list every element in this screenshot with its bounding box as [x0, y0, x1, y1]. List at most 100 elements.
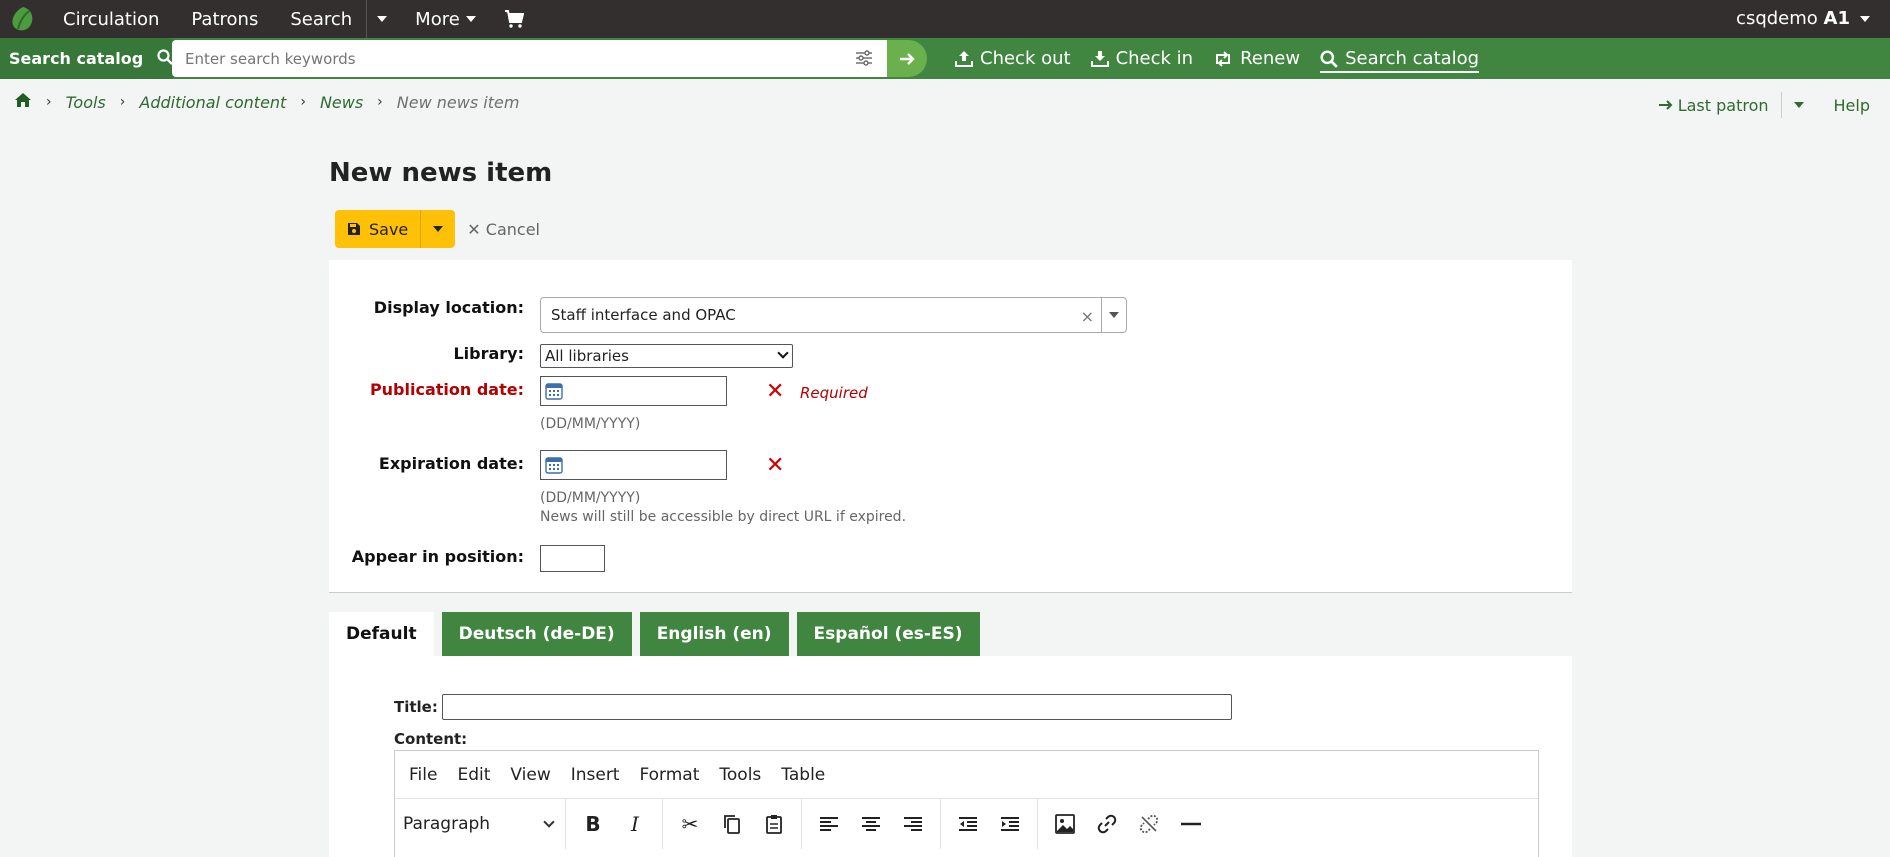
tab-english[interactable]: English (en) — [639, 612, 789, 656]
breadcrumb-additional-content[interactable]: Additional content — [139, 93, 286, 112]
nav-search[interactable]: Search — [290, 9, 352, 30]
block-format-select[interactable]: Paragraph — [395, 814, 565, 834]
save-dropdown-button[interactable] — [421, 210, 456, 248]
menu-table[interactable]: Table — [781, 765, 825, 785]
search-type-toggle[interactable]: Search catalog — [0, 38, 188, 79]
nav-circulation[interactable]: Circulation — [63, 9, 159, 30]
breadcrumb-tools[interactable]: Tools — [66, 93, 106, 112]
chevron-right-icon: › — [119, 94, 126, 110]
title-input[interactable] — [441, 694, 1232, 720]
caret-down-icon — [1860, 16, 1870, 22]
horizontal-rule-button[interactable] — [1170, 805, 1212, 843]
content-label: Content: — [394, 730, 468, 748]
last-patron-link[interactable]: Last patron — [1658, 96, 1769, 115]
tab-deutsch-label: Deutsch (de-DE) — [458, 624, 615, 644]
nav-more[interactable]: More — [415, 9, 476, 30]
caret-down-icon — [433, 226, 444, 232]
publication-date-input[interactable] — [540, 376, 727, 406]
chevron-right-icon: › — [46, 94, 52, 110]
clear-selection-icon[interactable]: × — [1081, 307, 1094, 326]
expiration-date-input[interactable] — [540, 450, 727, 480]
search-submit-button[interactable] — [887, 40, 927, 77]
arrow-right-icon — [900, 52, 915, 65]
paste-button[interactable] — [753, 805, 795, 843]
publication-date-format-hint: (DD/MM/YYYY) — [540, 416, 641, 432]
checkout-button[interactable]: Check out — [955, 48, 1071, 69]
align-center-button[interactable] — [850, 805, 892, 843]
search-catalog-button[interactable]: Search catalog — [1320, 48, 1480, 73]
unlink-button[interactable] — [1128, 805, 1170, 843]
publication-date-label: Publication date: — [369, 380, 524, 399]
caret-down-icon — [465, 16, 476, 22]
renew-label: Renew — [1240, 48, 1301, 69]
help-link[interactable]: Help — [1834, 96, 1870, 115]
user-menu[interactable]: csqdemo A1 — [1736, 8, 1850, 29]
menu-format[interactable]: Format — [639, 765, 699, 785]
display-location-value: Staff interface and OPAC — [551, 306, 736, 324]
sliders-icon[interactable] — [855, 49, 873, 72]
align-right-button[interactable] — [892, 805, 934, 843]
menu-tools[interactable]: Tools — [719, 765, 761, 785]
search-catalog-label: Search catalog — [1345, 48, 1480, 69]
save-button[interactable]: Save — [335, 210, 422, 248]
search-input[interactable] — [172, 49, 832, 68]
home-icon[interactable] — [14, 92, 32, 112]
cut-button[interactable]: ✂ — [669, 805, 711, 843]
cart-icon[interactable] — [504, 10, 524, 28]
calendar-icon[interactable] — [545, 456, 563, 479]
expiration-date-format-hint: (DD/MM/YYYY) — [540, 490, 641, 506]
block-format-group: Paragraph — [395, 799, 566, 849]
position-input[interactable] — [540, 545, 605, 572]
divider — [1101, 298, 1102, 332]
align-left-button[interactable] — [808, 805, 850, 843]
tab-english-label: English (en) — [656, 624, 772, 644]
renew-button[interactable]: Renew — [1213, 48, 1300, 69]
horizontal-line-icon — [1181, 822, 1201, 826]
outdent-button[interactable] — [947, 805, 989, 843]
cancel-link[interactable]: ✕ Cancel — [467, 220, 540, 239]
form-toolbar: Save ✕ Cancel — [335, 210, 540, 248]
outdent-icon — [959, 817, 977, 831]
last-patron-dropdown-icon[interactable] — [1793, 102, 1804, 108]
library-select[interactable]: All libraries — [540, 344, 793, 368]
unlink-icon — [1139, 814, 1159, 834]
search-icon — [1320, 49, 1338, 68]
title-label: Title: — [394, 698, 438, 716]
chevron-right-icon: › — [300, 94, 306, 110]
nav-divider — [366, 0, 368, 38]
editor-menubar: File Edit View Insert Format Tools Table — [395, 751, 1538, 799]
circulation-actions: Check out Check in Renew Search catalog — [955, 38, 1499, 79]
insert-link-button[interactable] — [1086, 805, 1128, 843]
language-tabs: Default Deutsch (de-DE) English (en) Esp… — [329, 612, 988, 656]
menu-edit[interactable]: Edit — [457, 765, 490, 785]
upload-icon — [955, 50, 973, 67]
italic-button[interactable]: I — [614, 805, 656, 843]
menu-view[interactable]: View — [510, 765, 550, 785]
retweet-icon — [1216, 50, 1231, 67]
checkin-button[interactable]: Check in — [1090, 48, 1193, 69]
tab-deutsch[interactable]: Deutsch (de-DE) — [441, 612, 632, 656]
copy-button[interactable] — [711, 805, 753, 843]
calendar-icon[interactable] — [545, 382, 563, 405]
menu-file[interactable]: File — [409, 765, 437, 785]
clear-date-icon[interactable]: ✕ — [766, 379, 784, 404]
nav-search-dropdown[interactable] — [377, 16, 388, 22]
menu-insert[interactable]: Insert — [571, 765, 620, 785]
save-label: Save — [369, 219, 409, 239]
bold-button[interactable]: B — [572, 805, 614, 843]
page-title: New news item — [329, 158, 553, 188]
appear-in-position-label: Appear in position: — [351, 547, 524, 566]
insert-group — [1038, 799, 1218, 849]
arrow-right-icon — [1658, 100, 1673, 110]
tab-espanol[interactable]: Español (es-ES) — [796, 612, 980, 656]
nav-patrons[interactable]: Patrons — [191, 9, 258, 30]
indent-button[interactable] — [989, 805, 1031, 843]
insert-image-button[interactable] — [1044, 805, 1086, 843]
clear-date-icon[interactable]: ✕ — [766, 453, 784, 478]
koha-logo-icon[interactable] — [8, 4, 38, 34]
display-location-select[interactable]: Staff interface and OPAC × — [540, 297, 1127, 333]
chevron-right-icon: › — [377, 94, 383, 110]
tab-default-label: Default — [346, 624, 417, 644]
tab-default[interactable]: Default — [329, 612, 434, 656]
breadcrumb-news[interactable]: News — [320, 93, 363, 112]
